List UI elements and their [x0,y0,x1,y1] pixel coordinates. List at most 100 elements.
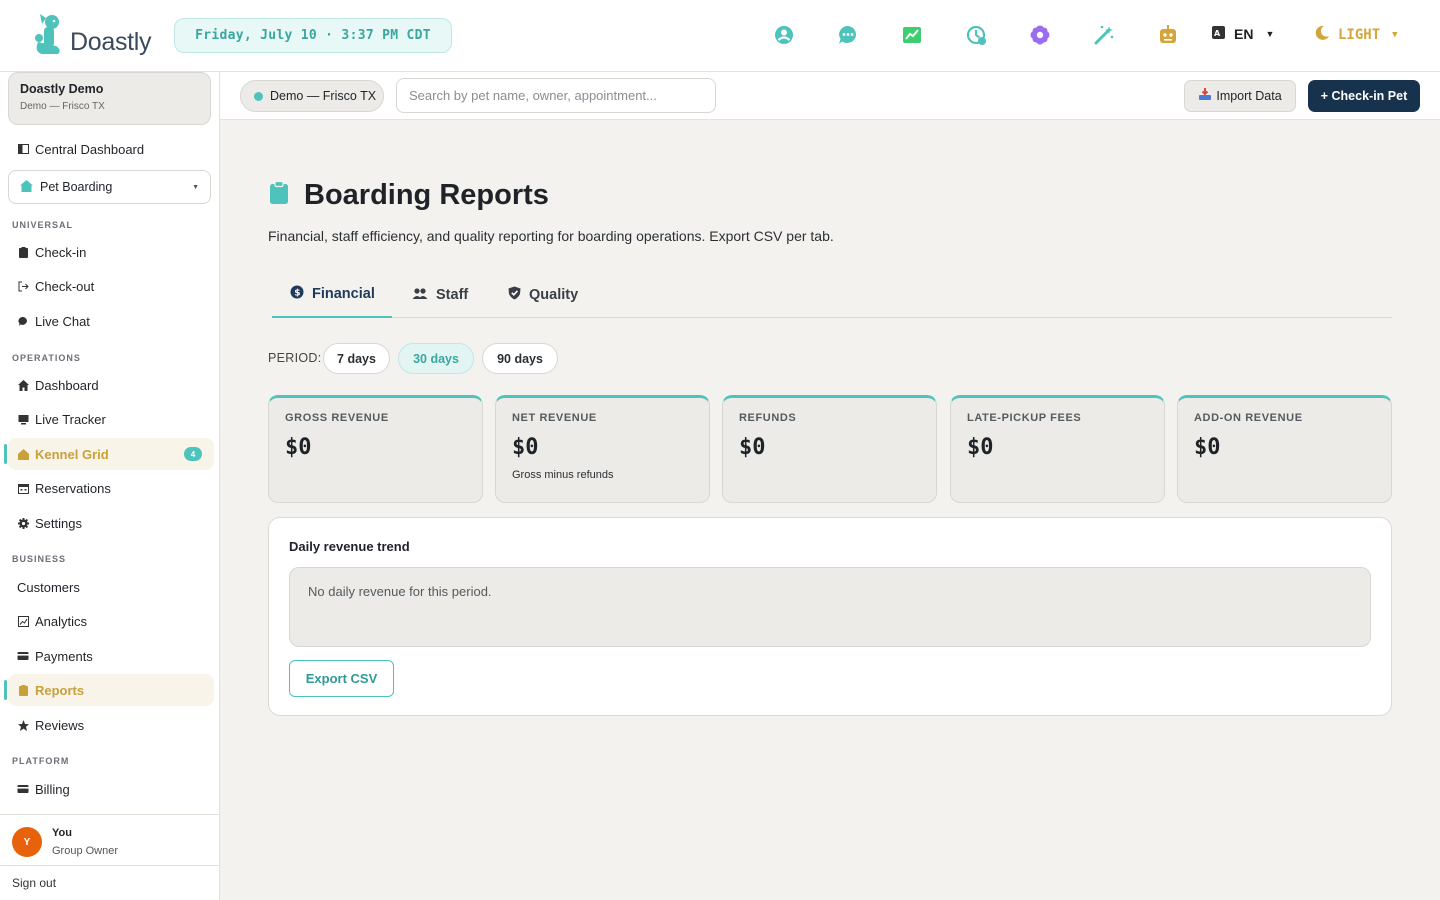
tab-quality[interactable]: Quality [490,272,596,318]
user-role: Group Owner [52,845,119,857]
chat-bubble-icon [17,315,29,327]
tab-staff[interactable]: Staff [394,272,486,318]
sidebar-item-settings[interactable]: Settings [8,507,214,539]
sidebar: Doastly Demo Demo — Frisco TX Central Da… [0,72,220,900]
org-name: Doastly Demo [20,82,104,96]
brand-name: Doastly [70,28,152,56]
location-pill[interactable]: Demo — Frisco TX [240,80,384,112]
tab-financial[interactable]: $ Financial [272,272,392,318]
clipboard-icon [268,180,290,210]
kpi-value: $0 [285,435,312,460]
chevron-down-icon: ▼ [1392,30,1398,40]
clipboard-icon [17,684,29,696]
kpi-card-net-revenue: NET REVENUE $0 Gross minus refunds [495,395,710,503]
kpi-label: NET REVENUE [512,412,597,424]
chevron-down-icon: ▼ [1265,29,1275,39]
kpi-label: LATE-PICKUP FEES [967,412,1082,424]
kpi-value: $0 [967,435,994,460]
exit-icon [17,280,29,292]
sidebar-item-payments[interactable]: Payments [8,640,214,672]
trend-title: Daily revenue trend [289,539,410,554]
kpi-card-late-pickup-fees: LATE-PICKUP FEES $0 [950,395,1165,503]
sidebar-item-dashboard[interactable]: Dashboard [8,369,214,401]
history-icon[interactable] [964,22,988,48]
sign-out-link[interactable]: Sign out [0,865,219,900]
theme-label: LIGHT [1338,27,1381,43]
period-30-days-button[interactable]: 30 days [398,343,474,374]
daily-revenue-trend-card: Daily revenue trend No daily revenue for… [268,517,1392,716]
credit-card-icon [17,650,29,662]
empty-state-message: No daily revenue for this period. [289,567,1371,647]
sidebar-item-reports[interactable]: Reports [4,674,214,706]
section-platform: PLATFORM [12,756,70,766]
status-dot [254,91,263,101]
home-icon [17,379,29,391]
kpi-card-add-on-revenue: ADD-ON REVENUE $0 [1177,395,1392,503]
robot-icon[interactable] [1156,22,1180,48]
kpi-sublabel: Gross minus refunds [512,469,614,481]
section-universal: UNIVERSAL [12,220,74,230]
sidebar-item-analytics[interactable]: Analytics [8,605,214,637]
kpi-card-refunds: REFUNDS $0 [722,395,937,503]
kennel-count-badge: 4 [184,447,202,461]
department-value: Pet Boarding [40,180,113,194]
period-7-days-button[interactable]: 7 days [323,343,390,374]
house-icon [20,179,33,195]
dashboard-icon [17,143,29,155]
sidebar-item-billing[interactable]: Billing [8,773,214,805]
people-icon [412,287,428,304]
chart-icon[interactable] [900,22,924,48]
page-title: Boarding Reports [268,179,549,212]
sidebar-item-central-dashboard[interactable]: Central Dashboard [8,133,214,165]
translate-icon: A [1211,25,1226,43]
location-label: Demo — Frisco TX [270,89,377,103]
kpi-label: ADD-ON REVENUE [1194,412,1303,424]
chevron-down-icon: ▼ [192,183,199,191]
org-location: Demo — Frisco TX [20,101,105,112]
language-selector[interactable]: A EN ▼ [1211,25,1274,43]
shield-icon [508,286,521,304]
chat-icon[interactable] [836,22,860,48]
magic-wand-icon[interactable] [1092,22,1116,48]
moon-icon [1314,25,1330,45]
top-icon-bar [772,22,1180,48]
page-subtitle: Financial, staff efficiency, and quality… [268,228,834,244]
check-in-pet-button[interactable]: + Check-in Pet [1308,80,1420,112]
org-switcher[interactable]: Doastly Demo Demo — Frisco TX [8,72,211,125]
page-heading: Boarding Reports [304,179,549,211]
sidebar-item-reviews[interactable]: Reviews [8,709,214,741]
export-csv-button[interactable]: Export CSV [289,660,394,697]
sidebar-item-live-chat[interactable]: Live Chat [8,305,214,337]
section-operations: OPERATIONS [12,353,81,363]
sidebar-item-check-out[interactable]: Check-out [8,270,214,302]
dog-logo-icon [30,14,66,63]
user-profile[interactable]: Y You Group Owner [0,814,219,866]
gear-icon [17,517,29,529]
language-label: EN [1234,26,1254,42]
kpi-card-gross-revenue: GROSS REVENUE $0 [268,395,483,503]
department-select[interactable]: Pet Boarding ▼ [8,170,211,204]
search-input[interactable] [396,78,716,113]
import-icon [1198,88,1212,104]
credit-card-icon [17,783,29,795]
sub-header: Demo — Frisco TX Import Data + Check-in … [220,72,1440,120]
support-icon[interactable] [772,22,796,48]
sidebar-item-live-tracker[interactable]: Live Tracker [8,403,214,435]
datetime-pill: Friday, July 10 · 3:37 PM CDT [174,18,452,53]
sidebar-item-kennel-grid[interactable]: Kennel Grid 4 [4,438,214,470]
avatar: Y [12,827,42,857]
brand-logo[interactable]: Doastly [30,14,152,63]
import-data-button[interactable]: Import Data [1184,80,1296,112]
kpi-value: $0 [512,435,539,460]
sidebar-item-reservations[interactable]: Reservations [8,472,214,504]
flower-icon[interactable] [1028,22,1052,48]
sidebar-item-customers[interactable]: Customers [8,571,214,603]
kennel-icon [17,448,29,460]
section-business: BUSINESS [12,554,67,564]
monitor-icon [17,413,29,425]
period-label: PERIOD: [268,351,322,365]
period-90-days-button[interactable]: 90 days [482,343,558,374]
theme-selector[interactable]: LIGHT ▼ [1314,25,1398,45]
sidebar-item-check-in[interactable]: Check-in [8,236,214,268]
user-name: You [52,827,72,839]
